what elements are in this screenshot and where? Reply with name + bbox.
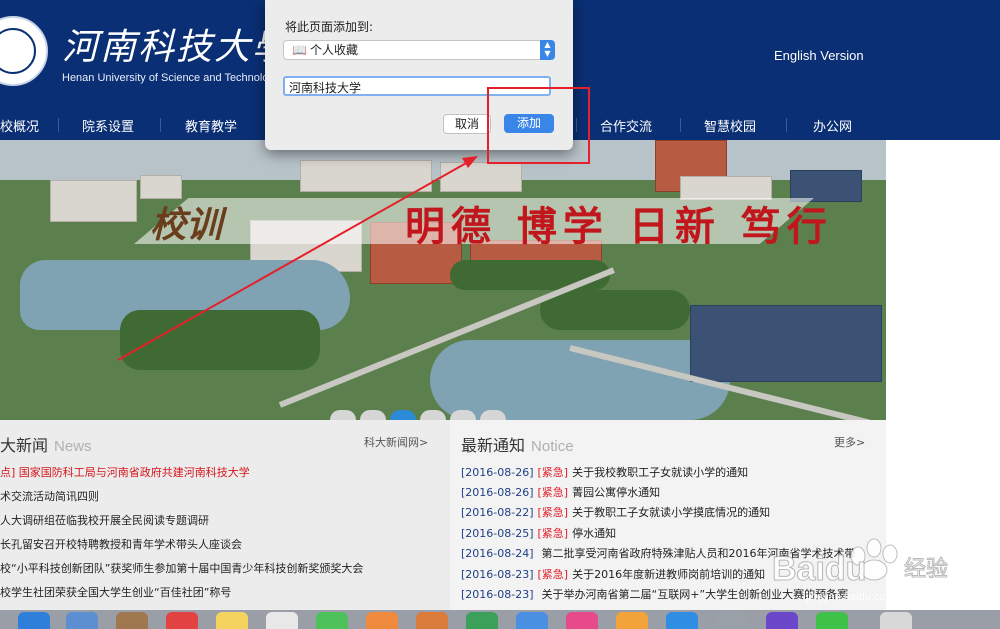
arrow-line (117, 161, 469, 361)
watermark-suffix: 经验 (904, 557, 948, 582)
baidu-jingyan-watermark: Baidu 经验 jingyan.baidu.com (772, 538, 949, 603)
watermark-brand: Baidu (772, 550, 866, 588)
arrow-head (462, 156, 478, 168)
watermark-url: jingyan.baidu.com (805, 591, 895, 603)
